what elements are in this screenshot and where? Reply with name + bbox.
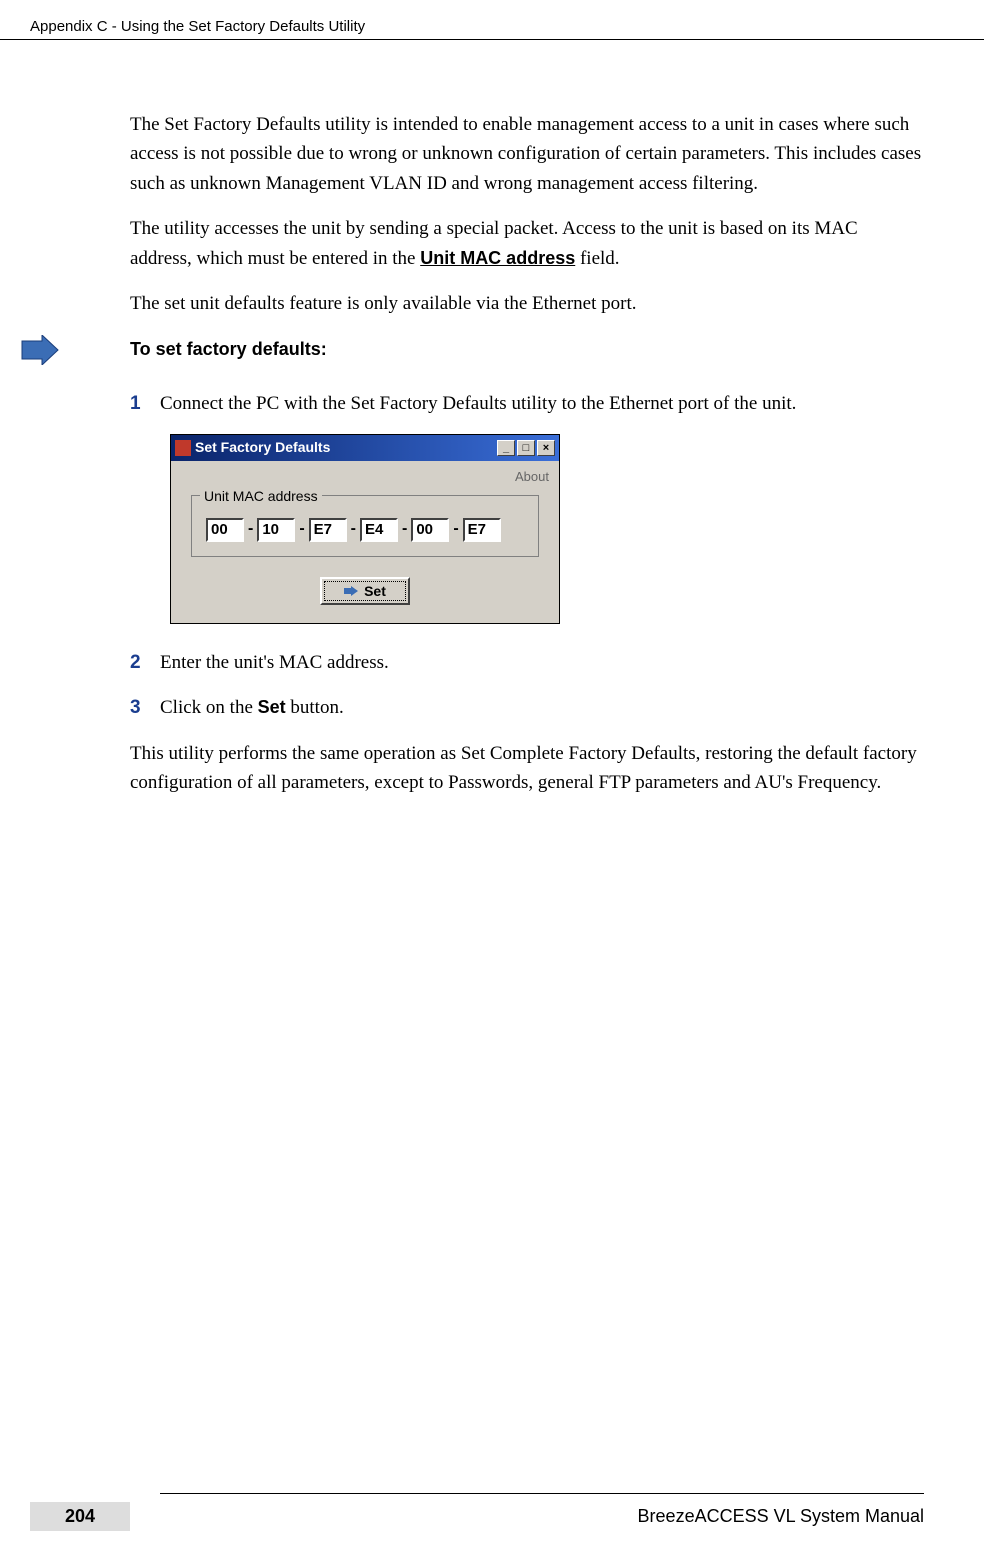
embedded-window: Set Factory Defaults _ □ × About Unit MA… <box>170 434 560 624</box>
mac-address-row: - - - - - <box>206 517 524 542</box>
set-button-wrap: Set <box>181 577 549 605</box>
close-button[interactable]: × <box>537 440 555 456</box>
arrow-right-icon <box>344 586 358 596</box>
arrow-right-icon <box>20 335 60 365</box>
maximize-button[interactable]: □ <box>517 440 535 456</box>
page-header: Appendix C - Using the Set Factory Defau… <box>0 0 984 40</box>
dash: - <box>453 517 458 542</box>
step3-bold: Set <box>258 697 286 717</box>
header-title: Appendix C - Using the Set Factory Defau… <box>30 18 365 35</box>
footer-row: 204 BreezeACCESS VL System Manual <box>30 1502 924 1531</box>
step3-pre: Click on the <box>160 697 258 718</box>
mac-octet-6[interactable] <box>463 518 501 542</box>
mac-octet-5[interactable] <box>411 518 449 542</box>
mac-octet-3[interactable] <box>309 518 347 542</box>
dash: - <box>402 517 407 542</box>
procedure-header: To set factory defaults: <box>20 335 924 365</box>
mac-octet-1[interactable] <box>206 518 244 542</box>
step3-post: button. <box>286 697 344 718</box>
page-number: 204 <box>30 1502 130 1531</box>
dash: - <box>351 517 356 542</box>
app-icon <box>175 440 191 456</box>
mac-octet-4[interactable] <box>360 518 398 542</box>
manual-title: BreezeACCESS VL System Manual <box>160 1506 924 1527</box>
paragraph-3: The set unit defaults feature is only av… <box>130 289 924 318</box>
page-footer: 204 BreezeACCESS VL System Manual <box>0 1493 984 1531</box>
window-titlebar: Set Factory Defaults _ □ × <box>171 435 559 461</box>
about-link[interactable]: About <box>181 467 549 487</box>
fieldset-legend: Unit MAC address <box>200 486 322 508</box>
window-frame: Set Factory Defaults _ □ × About Unit MA… <box>170 434 560 624</box>
page-content: The Set Factory Defaults utility is inte… <box>0 40 984 798</box>
step-number: 3 <box>130 693 160 722</box>
footer-rule <box>160 1493 924 1494</box>
paragraph-4: This utility performs the same operation… <box>130 739 924 798</box>
dash: - <box>299 517 304 542</box>
minimize-button[interactable]: _ <box>497 440 515 456</box>
step-number: 2 <box>130 648 160 677</box>
set-button-label: Set <box>364 583 386 599</box>
mac-fieldset: Unit MAC address - - - - - <box>191 495 539 557</box>
window-body: About Unit MAC address - - - - - <box>171 461 559 623</box>
step-number: 1 <box>130 389 160 418</box>
paragraph-2: The utility accesses the unit by sending… <box>130 214 924 273</box>
step-2: 2 Enter the unit's MAC address. <box>130 648 924 677</box>
step-text: Connect the PC with the Set Factory Defa… <box>160 389 924 418</box>
step-text: Click on the Set button. <box>160 693 924 722</box>
step-text: Enter the unit's MAC address. <box>160 648 924 677</box>
step-3: 3 Click on the Set button. <box>130 693 924 722</box>
para2-bold: Unit MAC address <box>420 248 575 268</box>
step-1: 1 Connect the PC with the Set Factory De… <box>130 389 924 418</box>
window-title: Set Factory Defaults <box>195 437 493 459</box>
paragraph-1: The Set Factory Defaults utility is inte… <box>130 110 924 198</box>
mac-octet-2[interactable] <box>257 518 295 542</box>
dash: - <box>248 517 253 542</box>
para2-post: field. <box>575 248 619 269</box>
window-buttons: _ □ × <box>497 440 555 456</box>
set-button[interactable]: Set <box>320 577 410 605</box>
procedure-title: To set factory defaults: <box>130 336 327 364</box>
